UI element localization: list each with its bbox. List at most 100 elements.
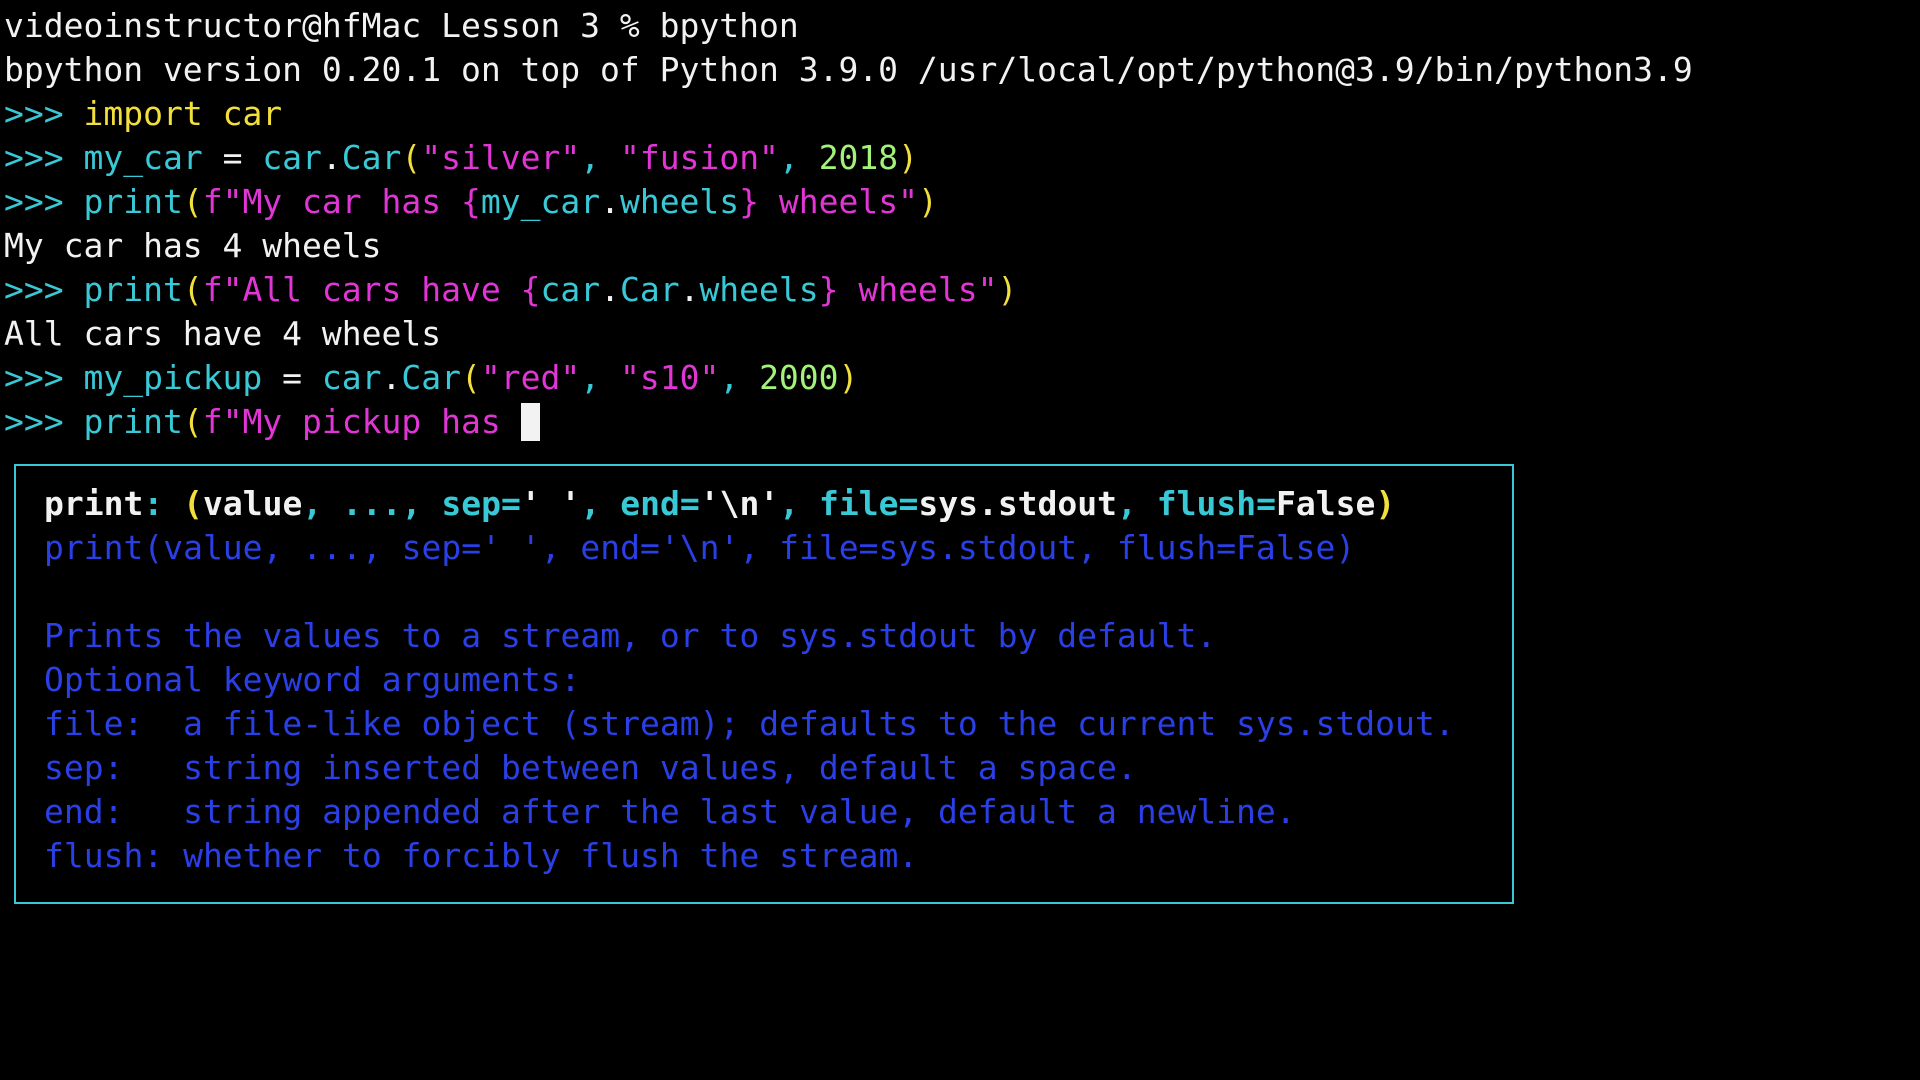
dot: .: [600, 182, 620, 221]
fstring-end: wheels": [838, 270, 998, 309]
signature-param-file: file: [818, 484, 899, 523]
comma: ,: [580, 138, 620, 177]
fstring-end: wheels": [759, 182, 918, 221]
string-arg: "silver": [421, 138, 581, 177]
signature-separator: ,: [302, 484, 343, 523]
signature-ellipsis: ...: [342, 484, 402, 523]
signature-default-flush: False: [1276, 484, 1376, 523]
dot: .: [321, 138, 342, 177]
docstring-line: [44, 570, 1512, 614]
module-ref: car: [262, 138, 322, 177]
class-ref: Car: [341, 138, 402, 177]
signature-help-popup: print: (value, ..., sep=' ', end='\n', f…: [14, 464, 1514, 904]
fstring-start: f"My car has: [202, 182, 461, 221]
variable-name: my_car: [83, 138, 203, 177]
fstring-partial: f"My pickup has: [202, 402, 521, 441]
docstring-line: end: string appended after the last valu…: [44, 792, 1296, 831]
assignment-operator: =: [262, 358, 322, 397]
class-ref: Car: [401, 358, 461, 397]
version-line: bpython version 0.20.1 on top of Python …: [4, 48, 1914, 92]
signature-separator: ,: [1117, 484, 1157, 523]
signature-param-end: end: [620, 484, 680, 523]
shell-prompt: videoinstructor@hfMac Lesson 3 %: [4, 6, 660, 45]
number-arg: 2000: [759, 358, 839, 397]
fstring-start: f"All cars have: [202, 270, 521, 309]
terminal-window[interactable]: videoinstructor@hfMac Lesson 3 % bpython…: [4, 4, 1914, 444]
brace-close: }: [739, 182, 760, 221]
output-text: My car has 4 wheels: [4, 226, 382, 265]
paren-open: (: [401, 138, 422, 177]
signature-equals: =: [501, 484, 521, 523]
signature-equals: =: [1256, 484, 1276, 523]
function-name: print: [83, 270, 183, 309]
signature-separator: ,: [401, 484, 442, 523]
signature-equals: =: [898, 484, 919, 523]
signature-param-value: value: [202, 484, 303, 523]
function-name: print: [83, 182, 183, 221]
brace-close: }: [818, 270, 839, 309]
repl-prompt: >>>: [4, 358, 84, 397]
paren-close: ): [898, 138, 919, 177]
docstring-line: file: a file-like object (stream); defau…: [44, 704, 1455, 743]
signature-default-file: sys.stdout: [918, 484, 1118, 523]
module-name: car: [202, 94, 283, 133]
paren-open: (: [182, 182, 203, 221]
string-arg: "fusion": [619, 138, 779, 177]
expr-part: wheels: [619, 182, 740, 221]
repl-line-my-car: >>> my_car = car.Car("silver", "fusion",…: [4, 136, 1914, 180]
signature-equals: =: [679, 484, 700, 523]
signature-default-sep: ' ': [520, 484, 581, 523]
docstring-line: flush: whether to forcibly flush the str…: [44, 836, 919, 875]
signature-separator: ,: [779, 484, 819, 523]
dot: .: [381, 358, 402, 397]
paren-open: (: [182, 270, 203, 309]
repl-prompt: >>>: [4, 94, 84, 133]
repl-prompt: >>>: [4, 138, 84, 177]
shell-command-line: videoinstructor@hfMac Lesson 3 % bpython: [4, 4, 1914, 48]
repl-prompt: >>>: [4, 182, 84, 221]
signature-fn-name: print: [44, 484, 144, 523]
repl-line-print-my-car: >>> print(f"My car has {my_car.wheels} w…: [4, 180, 1914, 224]
repl-input-line[interactable]: >>> print(f"My pickup has: [4, 400, 1914, 444]
paren-open: (: [182, 402, 203, 441]
text-cursor[interactable]: [520, 402, 540, 441]
paren-open: (: [461, 358, 481, 397]
paren-close: ): [838, 358, 859, 397]
signature-param-sep: sep: [441, 484, 502, 523]
expr-part: car: [540, 270, 601, 309]
module-ref: car: [321, 358, 382, 397]
version-text: bpython version 0.20.1 on top of Python …: [4, 50, 1693, 89]
repl-line-my-pickup: >>> my_pickup = car.Car("red", "s10", 20…: [4, 356, 1914, 400]
brace-open: {: [460, 182, 481, 221]
dot: .: [679, 270, 700, 309]
docstring-line: Optional keyword arguments:: [44, 660, 581, 699]
number-arg: 2018: [818, 138, 899, 177]
docstring-line: print(value, ..., sep=' ', end='\n', fil…: [44, 528, 1356, 567]
comma: ,: [719, 358, 760, 397]
comma: ,: [580, 358, 620, 397]
function-name: print: [83, 402, 183, 441]
repl-line-import: >>> import car: [4, 92, 1914, 136]
docstring-line: sep: string inserted between values, def…: [44, 748, 1137, 787]
expr-part: Car: [619, 270, 680, 309]
output-line: All cars have 4 wheels: [4, 312, 1914, 356]
docstring-line: Prints the values to a stream, or to sys…: [44, 616, 1217, 655]
comma: ,: [778, 138, 819, 177]
signature-paren-close: ): [1375, 484, 1396, 523]
signature-colon: :: [143, 484, 184, 523]
brace-open: {: [520, 270, 541, 309]
repl-prompt: >>>: [4, 270, 84, 309]
signature-default-end: '\n': [699, 484, 780, 523]
variable-name: my_pickup: [83, 358, 263, 397]
string-arg: "s10": [619, 358, 720, 397]
expr-part: my_car: [480, 182, 601, 221]
signature-paren-open: (: [183, 484, 203, 523]
output-line: My car has 4 wheels: [4, 224, 1914, 268]
repl-prompt: >>>: [4, 402, 84, 441]
repl-line-print-all-cars: >>> print(f"All cars have {car.Car.wheel…: [4, 268, 1914, 312]
output-text: All cars have 4 wheels: [4, 314, 442, 353]
paren-close: ): [918, 182, 938, 221]
string-arg: "red": [480, 358, 581, 397]
signature-param-flush: flush: [1156, 484, 1257, 523]
signature-separator: ,: [580, 484, 621, 523]
